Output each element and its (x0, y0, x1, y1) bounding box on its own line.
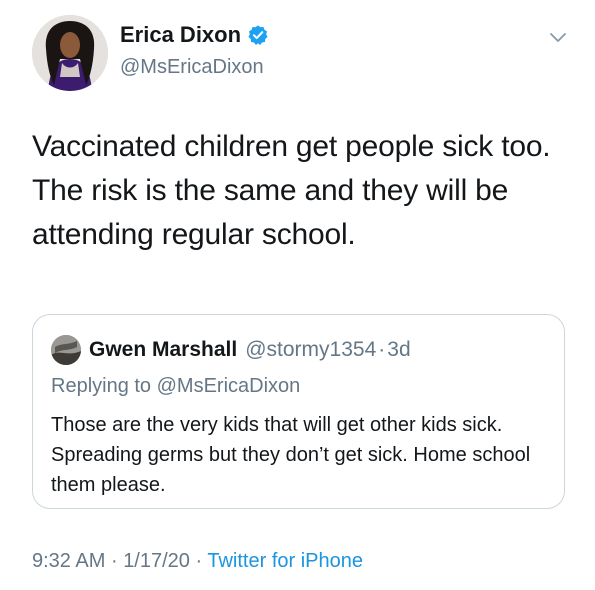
tweet-text: Vaccinated children get people sick too.… (32, 130, 551, 251)
quoted-avatar-photo (51, 335, 81, 365)
replying-to-handle[interactable]: @MsEricaDixon (157, 375, 301, 397)
verified-badge-icon (247, 24, 269, 46)
quoted-author-display-name[interactable]: Gwen Marshall (89, 338, 237, 362)
quoted-tweet-header: Gwen Marshall @stormy1354 · 3d (51, 335, 411, 365)
tweet-date[interactable]: 1/17/20 (123, 550, 190, 572)
author-display-name[interactable]: Erica Dixon (120, 22, 241, 48)
chevron-down-icon[interactable] (547, 29, 569, 47)
quoted-tweet-text: Those are the very kids that will get ot… (51, 414, 531, 496)
author-avatar[interactable] (32, 15, 108, 91)
replying-to-prefix: Replying to (51, 375, 152, 397)
quoted-tweet-card[interactable]: Gwen Marshall @stormy1354 · 3d Replying to… (32, 314, 565, 509)
tweet-time[interactable]: 9:32 AM (32, 550, 105, 572)
tweet-meta: 9:32 AM · 1/17/20 · Twitter for iPhone (32, 550, 363, 573)
meta-separator: · (195, 550, 203, 572)
avatar-photo (32, 15, 108, 91)
quoted-author-handle[interactable]: @stormy1354 (245, 338, 376, 362)
author-name-row: Erica Dixon (120, 22, 269, 48)
quoted-author-avatar[interactable] (51, 335, 81, 365)
author-handle[interactable]: @MsEricaDixon (120, 56, 264, 79)
quoted-separator: · (378, 338, 386, 361)
tweet-source-link[interactable]: Twitter for iPhone (207, 550, 363, 572)
replying-to-line: Replying to @MsEricaDixon (51, 375, 300, 398)
quoted-tweet-age[interactable]: 3d (387, 338, 410, 362)
meta-separator: · (110, 550, 118, 572)
